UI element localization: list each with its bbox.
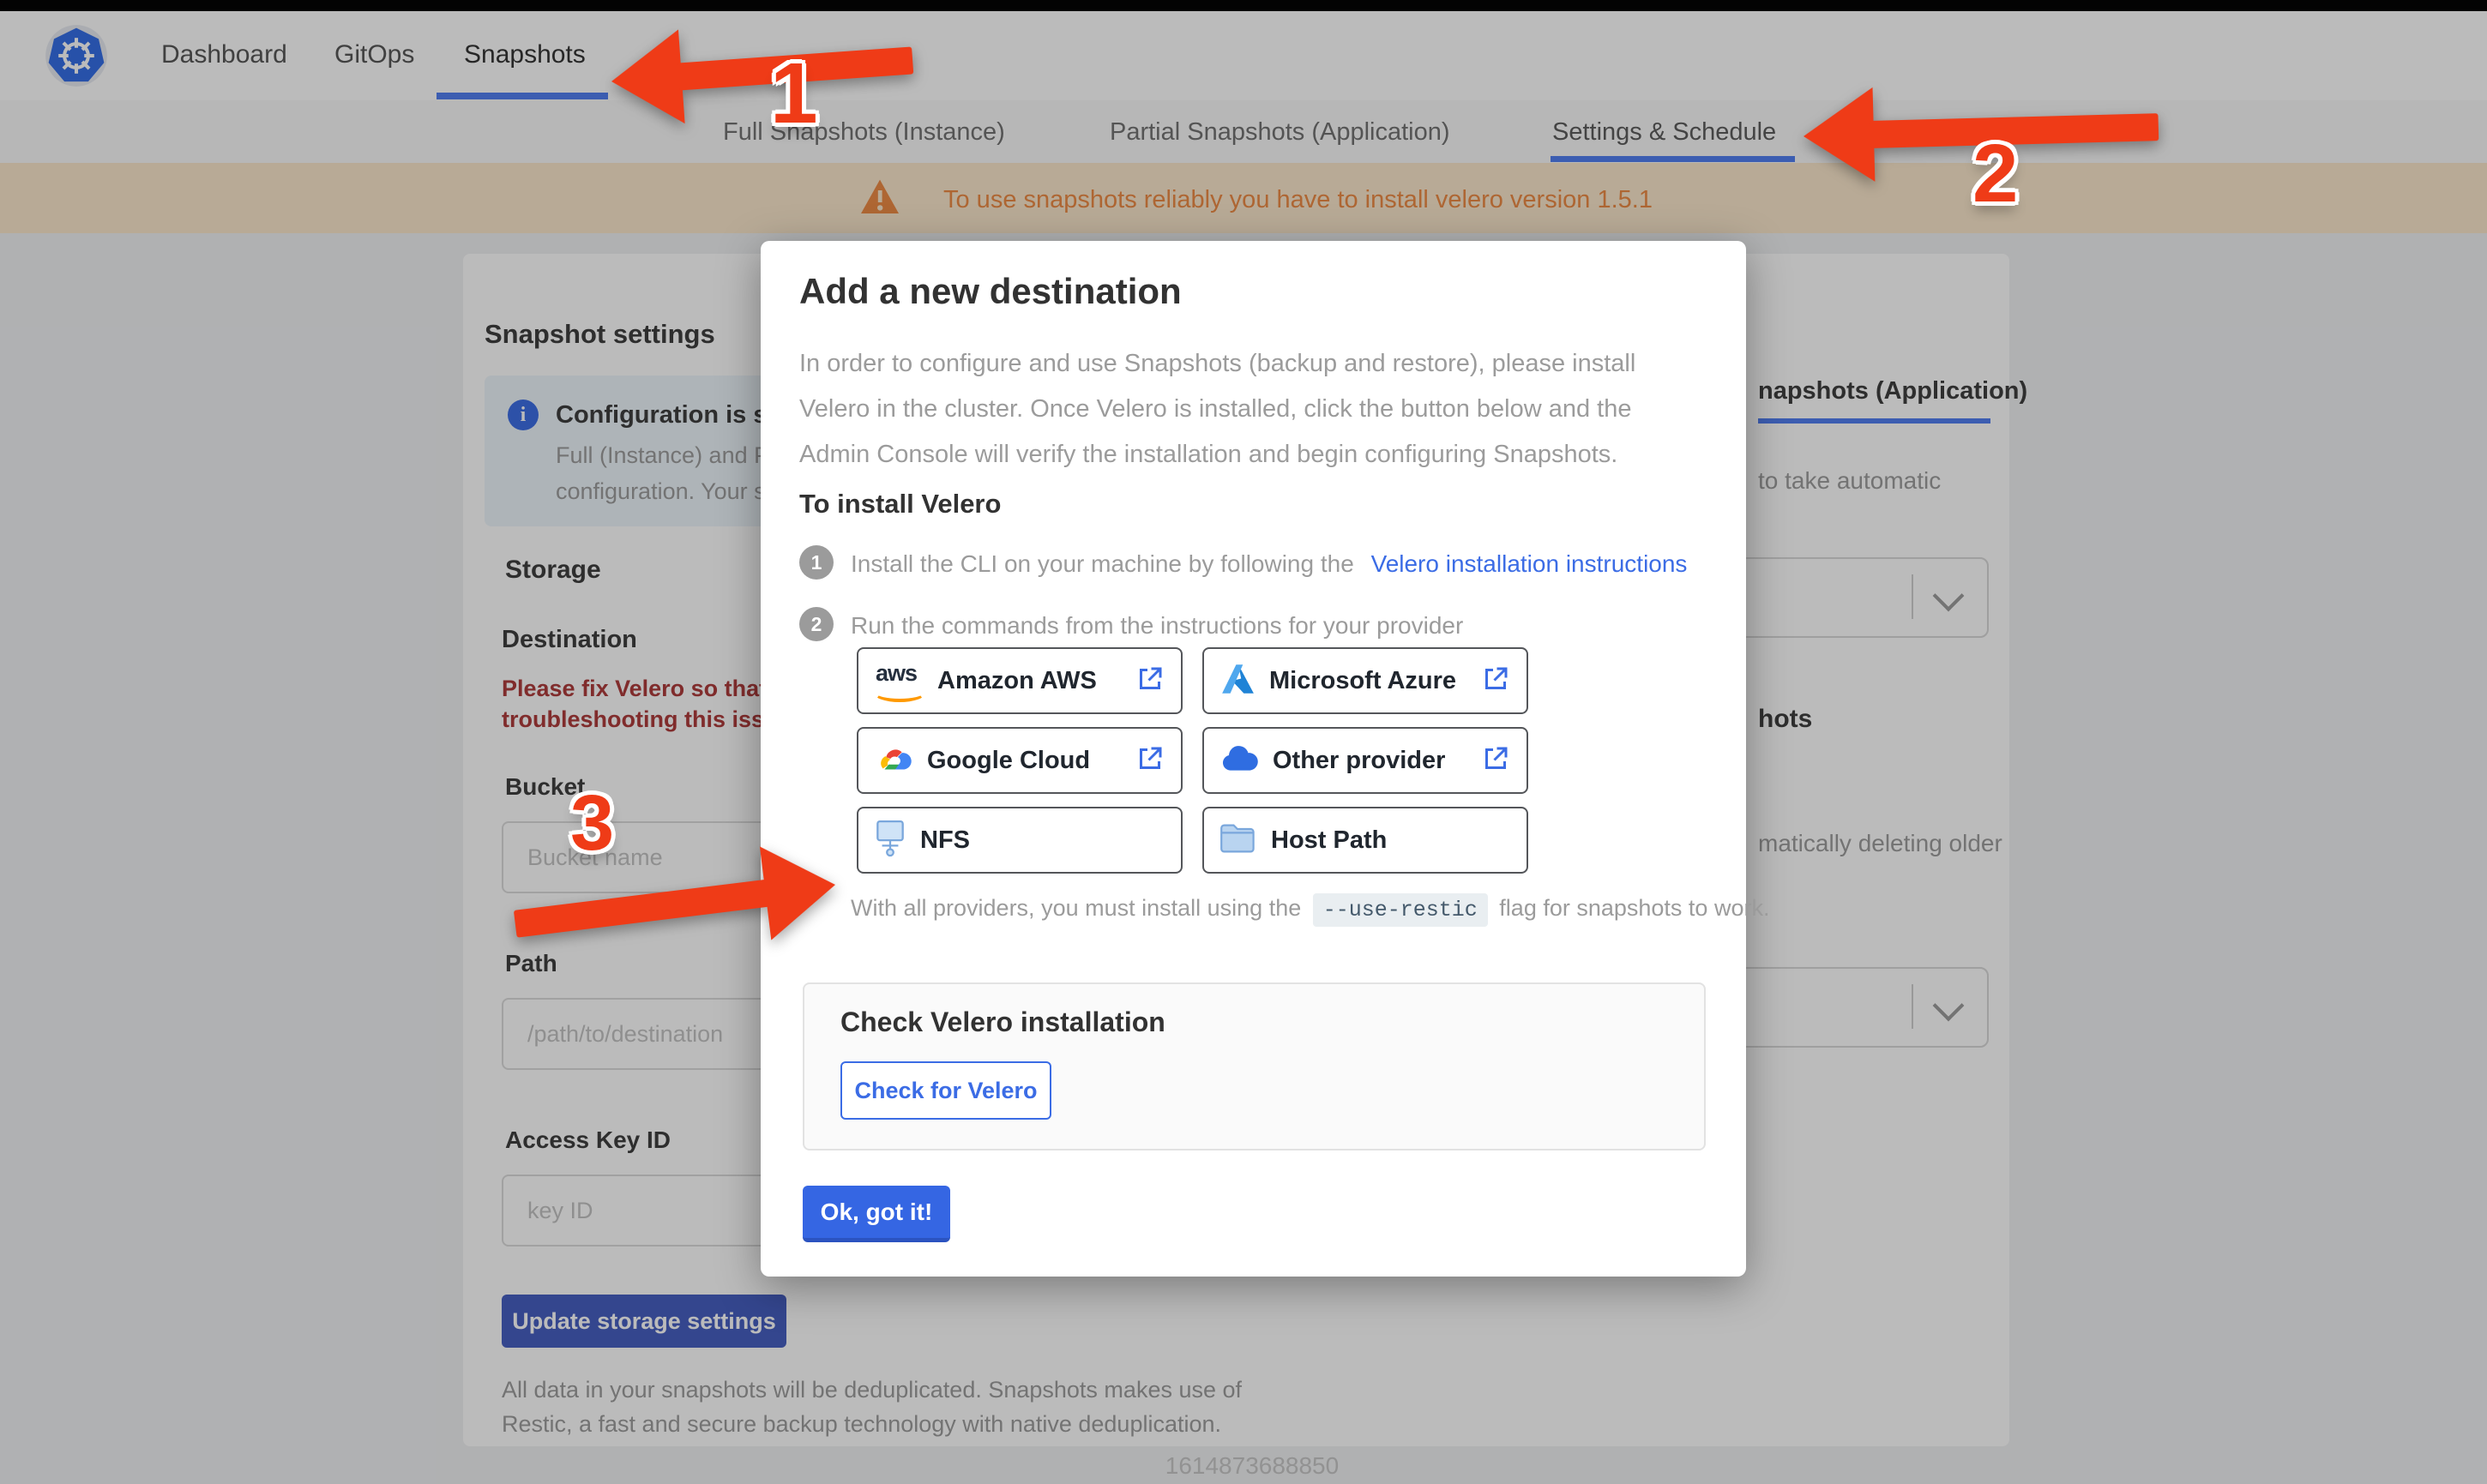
restic-note: With all providers, you must install usi…: [851, 895, 1769, 922]
modal-title: Add a new destination: [799, 271, 1182, 312]
folder-icon: [1219, 822, 1257, 859]
provider-button-other[interactable]: Other provider: [1202, 727, 1528, 794]
check-for-velero-button[interactable]: Check for Velero: [840, 1061, 1051, 1120]
use-restic-code-chip: --use-restic: [1313, 893, 1488, 927]
provider-label: Google Cloud: [927, 747, 1090, 775]
velero-install-instructions-link[interactable]: Velero installation instructions: [1371, 550, 1688, 577]
provider-label: NFS: [920, 826, 970, 855]
provider-label: Amazon AWS: [937, 667, 1097, 695]
step-2-badge: 2: [799, 607, 834, 641]
modal-intro-line2: Velero in the cluster. Once Velero is in…: [799, 387, 1635, 432]
provider-button-google-cloud[interactable]: Google Cloud: [857, 727, 1183, 794]
modal-intro-line3: Admin Console will verify the installati…: [799, 432, 1635, 478]
provider-button-host-path[interactable]: Host Path: [1202, 807, 1528, 874]
step-1-label: Install the CLI on your machine by follo…: [851, 550, 1354, 577]
provider-label: Other provider: [1273, 747, 1445, 775]
annotation-number-1: 1: [770, 45, 818, 143]
cloud-icon: [1219, 745, 1259, 777]
provider-button-nfs[interactable]: NFS: [857, 807, 1183, 874]
external-link-icon: [1480, 743, 1511, 778]
provider-label: Host Path: [1271, 826, 1387, 855]
external-link-icon: [1480, 664, 1511, 699]
step-1-text: Install the CLI on your machine by follo…: [851, 550, 1687, 578]
modal-intro-line1: In order to configure and use Snapshots …: [799, 341, 1635, 387]
provider-label: Microsoft Azure: [1269, 667, 1456, 695]
modal-intro: In order to configure and use Snapshots …: [799, 341, 1635, 478]
check-velero-heading: Check Velero installation: [840, 1006, 1165, 1038]
google-cloud-icon: [874, 742, 913, 779]
provider-button-aws[interactable]: aws Amazon AWS: [857, 647, 1183, 714]
provider-button-azure[interactable]: Microsoft Azure: [1202, 647, 1528, 714]
external-link-icon: [1135, 664, 1165, 699]
annotation-number-3: 3: [570, 778, 614, 868]
note-prefix: With all providers, you must install usi…: [851, 895, 1301, 921]
nfs-icon: [874, 820, 906, 862]
ok-got-it-button[interactable]: Ok, got it!: [803, 1186, 950, 1242]
install-velero-heading: To install Velero: [799, 489, 1001, 520]
step-1-badge: 1: [799, 545, 834, 580]
azure-icon: [1219, 661, 1256, 701]
annotation-number-2: 2: [1972, 127, 2018, 221]
external-link-icon: [1135, 743, 1165, 778]
note-suffix: flag for snapshots to work.: [1499, 895, 1769, 921]
aws-icon: aws: [874, 662, 924, 700]
step-2-text: Run the commands from the instructions f…: [851, 612, 1463, 640]
